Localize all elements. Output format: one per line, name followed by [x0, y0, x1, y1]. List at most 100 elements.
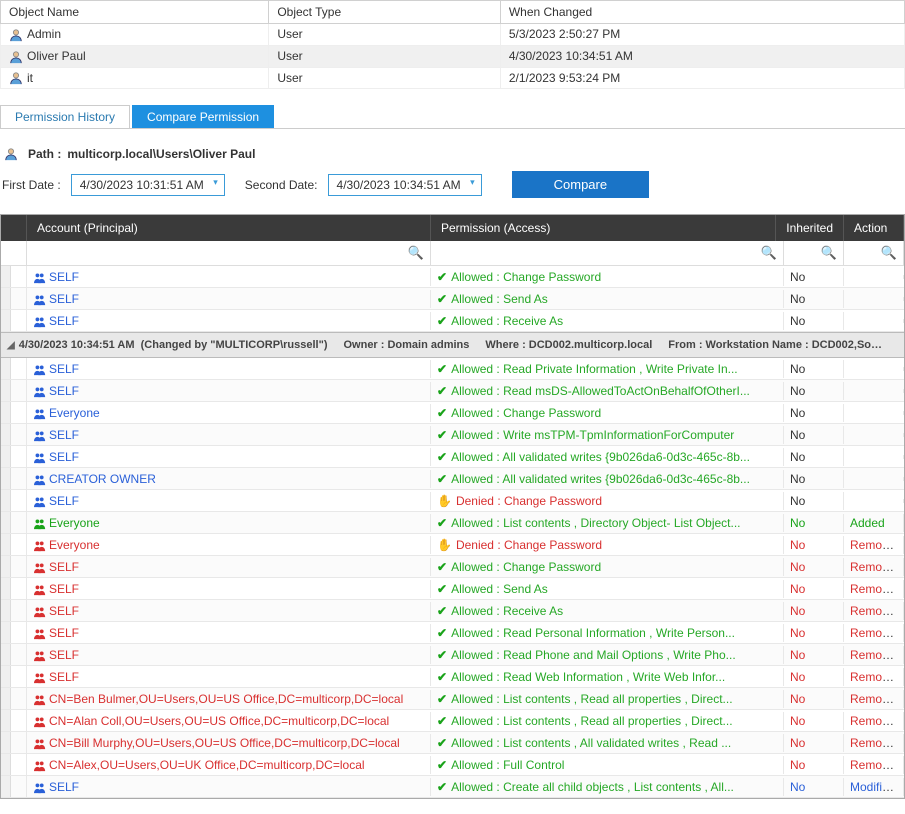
tab-permission-history[interactable]: Permission History: [0, 105, 130, 128]
account-name: SELF: [49, 292, 79, 306]
user-icon: [9, 50, 23, 64]
table-row[interactable]: SELF✔Allowed : Send AsNoRemoved: [1, 578, 904, 600]
inherited-value: No: [790, 692, 805, 706]
filter-row: 🔍 🔍 🔍 🔍: [1, 241, 904, 266]
principal-icon: [33, 760, 47, 772]
action-value: Removed: [850, 758, 901, 772]
principal-icon: [33, 562, 47, 574]
object-type: User: [269, 67, 501, 89]
table-row[interactable]: SELF✔Allowed : Receive AsNoRemoved: [1, 600, 904, 622]
table-row[interactable]: SELF✔Allowed : Change PasswordNo: [1, 266, 904, 288]
check-icon: ✔: [437, 714, 447, 728]
path-label: Path :: [28, 147, 61, 161]
table-row[interactable]: Everyone✋Denied : Change PasswordNoRemov…: [1, 534, 904, 556]
action-value: Removed: [850, 604, 901, 618]
second-date-value: 4/30/2023 10:34:51 AM: [337, 178, 461, 192]
object-row[interactable]: Oliver PaulUser4/30/2023 10:34:51 AM: [1, 45, 905, 67]
table-row[interactable]: SELF✔Allowed : Write msTPM-TpmInformatio…: [1, 424, 904, 446]
table-row[interactable]: CREATOR OWNER ✔ Allowed : All validated wr…: [1, 468, 904, 490]
account-name: SELF: [49, 314, 79, 328]
table-row[interactable]: Everyone✔Allowed : Change PasswordNo: [1, 402, 904, 424]
permission-text: Allowed : Send As: [451, 582, 548, 596]
inherited-value: No: [790, 428, 805, 442]
collapse-icon[interactable]: ◢: [7, 340, 15, 351]
first-date-label: First Date :: [2, 178, 61, 192]
check-icon: ✔: [437, 758, 447, 772]
second-date-picker[interactable]: 4/30/2023 10:34:51 AM: [328, 174, 482, 196]
action-value: Removed: [850, 626, 901, 640]
search-icon[interactable]: 🔍: [761, 245, 777, 261]
principal-icon: [33, 316, 47, 328]
search-icon[interactable]: 🔍: [881, 245, 897, 261]
second-date-label: Second Date:: [245, 178, 318, 192]
table-row[interactable]: CN=Alan Coll,OU=Users,OU=US Office,DC=mu…: [1, 710, 904, 732]
compare-button[interactable]: Compare: [512, 171, 649, 198]
table-row[interactable]: SELF✔Allowed : Read Personal Information…: [1, 622, 904, 644]
col-permission[interactable]: Permission (Access): [431, 215, 776, 241]
check-icon: ✔: [437, 384, 447, 398]
table-row[interactable]: SELF✔Allowed : Send AsNo: [1, 288, 904, 310]
table-row[interactable]: SELF✔Allowed : All validated writes {9b0…: [1, 446, 904, 468]
table-row[interactable]: SELF✔Allowed : Receive AsNo: [1, 310, 904, 332]
check-icon: ✔: [437, 648, 447, 662]
check-icon: ✔: [437, 560, 447, 574]
date-controls: First Date : 4/30/2023 10:31:51 AM Secon…: [2, 171, 903, 198]
principal-icon: [33, 430, 47, 442]
col-object-name[interactable]: Object Name: [1, 1, 269, 24]
inherited-value: No: [790, 670, 805, 684]
inherited-value: No: [790, 362, 805, 376]
inherited-value: No: [784, 312, 844, 330]
col-inherited[interactable]: Inherited: [776, 215, 844, 241]
col-account[interactable]: Account (Principal): [27, 215, 431, 241]
table-row[interactable]: SELF✔Allowed : Read Web Information , Wr…: [1, 666, 904, 688]
table-row[interactable]: SELF✔Allowed : Read Phone and Mail Optio…: [1, 644, 904, 666]
inherited-value: No: [790, 736, 805, 750]
group-header[interactable]: ◢4/30/2023 10:34:51 AM (Changed by "MULT…: [1, 332, 904, 358]
principal-icon: [33, 716, 47, 728]
col-when-changed[interactable]: When Changed: [500, 1, 904, 24]
table-row[interactable]: SELF✋Denied : Change PasswordNo: [1, 490, 904, 512]
table-row[interactable]: SELF✔Allowed : Read Private Information …: [1, 358, 904, 380]
inherited-value: No: [790, 626, 805, 640]
permission-text: Allowed : List contents , Read all prope…: [451, 692, 732, 706]
first-date-picker[interactable]: 4/30/2023 10:31:51 AM: [71, 174, 225, 196]
account-name: CREATOR OWNER: [49, 472, 156, 486]
permission-text: Allowed : Write msTPM-TpmInformationForC…: [451, 428, 734, 442]
col-action[interactable]: Action: [844, 215, 904, 241]
col-object-type[interactable]: Object Type: [269, 1, 501, 24]
inherited-value: No: [790, 582, 805, 596]
table-row[interactable]: SELF✔Allowed : Change PasswordNoRemoved: [1, 556, 904, 578]
check-icon: ✔: [437, 472, 447, 486]
action-value: Removed: [850, 670, 901, 684]
check-icon: ✔: [437, 406, 447, 420]
inherited-value: No: [790, 780, 805, 794]
permission-text: Allowed : Read Personal Information , Wr…: [451, 626, 735, 640]
account-name: SELF: [49, 494, 79, 508]
object-row[interactable]: AdminUser5/3/2023 2:50:27 PM: [1, 24, 905, 46]
action-value: Removed: [850, 692, 901, 706]
action-value: Removed: [850, 648, 901, 662]
check-icon: ✔: [437, 626, 447, 640]
permission-text: Allowed : All validated writes {9b026da6…: [451, 472, 750, 486]
object-row[interactable]: itUser2/1/2023 9:53:24 PM: [1, 67, 905, 89]
search-icon[interactable]: 🔍: [821, 245, 837, 261]
action-value: Removed: [850, 736, 901, 750]
table-row[interactable]: SELF✔Allowed : Read msDS-AllowedToActOnB…: [1, 380, 904, 402]
tab-compare-permission[interactable]: Compare Permission: [132, 105, 274, 128]
account-name: SELF: [49, 450, 79, 464]
table-row[interactable]: CN=Alex,OU=Users,OU=UK Office,DC=multico…: [1, 754, 904, 776]
account-name: CN=Alex,OU=Users,OU=UK Office,DC=multico…: [49, 758, 365, 772]
object-table[interactable]: Object Name Object Type When Changed Adm…: [0, 0, 905, 89]
table-row[interactable]: CN=Ben Bulmer,OU=Users,OU=US Office,DC=m…: [1, 688, 904, 710]
table-row[interactable]: SELF✔Allowed : Create all child objects …: [1, 776, 904, 798]
table-row[interactable]: CN=Bill Murphy,OU=Users,OU=US Office,DC=…: [1, 732, 904, 754]
permission-text: Allowed : List contents , Directory Obje…: [451, 516, 740, 530]
check-icon: ✔: [437, 314, 447, 328]
object-when: 4/30/2023 10:34:51 AM: [500, 45, 904, 67]
table-row[interactable]: Everyone✔Allowed : List contents , Direc…: [1, 512, 904, 534]
account-name: SELF: [49, 780, 79, 794]
inherited-value: No: [790, 450, 805, 464]
search-icon[interactable]: 🔍: [408, 245, 424, 261]
action-value: [844, 275, 904, 279]
principal-icon: [33, 452, 47, 464]
